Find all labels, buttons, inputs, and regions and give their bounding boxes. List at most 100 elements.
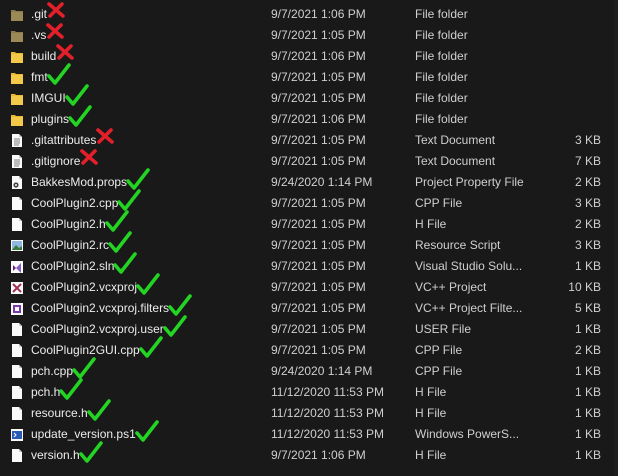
file-row[interactable]: CoolPlugin2.h 9/7/2021 1:05 PM H File 2 KB [0, 210, 618, 235]
file-type: H File [415, 448, 447, 462]
file-row[interactable]: fmt 9/7/2021 1:05 PM File folder [0, 63, 618, 88]
file-row[interactable]: CoolPlugin2GUI.cpp 9/7/2021 1:05 PM CPP Fi… [0, 336, 618, 361]
file-date-modified: 9/7/2021 1:06 PM [271, 49, 366, 63]
file-name: build [31, 49, 57, 63]
file-row[interactable]: pch.h 11/12/2020 11:53 PM H File 1 KB [0, 378, 618, 403]
file-date-modified: 9/7/2021 1:06 PM [271, 448, 366, 462]
file-type: Visual Studio Solu... [415, 259, 523, 273]
blank-file-icon [10, 385, 24, 400]
file-date-modified: 11/12/2020 11:53 PM [271, 385, 384, 399]
red-cross-icon [78, 147, 104, 171]
file-size: 2 KB [574, 217, 601, 231]
red-cross-icon [45, 0, 71, 24]
file-name: .vs [31, 28, 47, 42]
file-row[interactable]: build 9/7/2021 1:06 PM File folder [0, 44, 618, 67]
file-date-modified: 9/7/2021 1:05 PM [271, 280, 366, 294]
file-row[interactable]: CoolPlugin2.vcxproj 9/7/2021 1:05 PM VC++ … [0, 273, 618, 298]
file-name: CoolPlugin2.cpp [31, 196, 119, 210]
file-type: VC++ Project [415, 280, 487, 294]
file-date-modified: 9/24/2020 1:14 PM [271, 364, 373, 378]
filters-file-icon [10, 301, 24, 316]
file-name: BakkesMod.props [31, 175, 128, 189]
visual-studio-icon [10, 259, 24, 274]
file-type: CPP File [415, 364, 463, 378]
vcxproj-icon [10, 280, 24, 295]
file-type: CPP File [415, 343, 463, 357]
blank-file-icon [10, 217, 24, 232]
file-type: File folder [415, 49, 468, 63]
file-row[interactable]: CoolPlugin2.sln 9/7/2021 1:05 PM Visual St… [0, 252, 618, 277]
green-checkmark-icon [135, 273, 161, 297]
file-row[interactable]: CoolPlugin2.rc 9/7/2021 1:05 PM Resource S… [0, 231, 618, 256]
blank-file-icon [10, 448, 24, 463]
file-name: pch.cpp [31, 364, 74, 378]
blank-file-icon [10, 196, 24, 211]
green-checkmark-icon [116, 189, 142, 213]
file-type: Text Document [415, 154, 496, 168]
green-checkmark-icon [112, 252, 138, 276]
file-name: CoolPlugin2.h [31, 217, 106, 231]
red-cross-icon [44, 21, 70, 45]
file-row[interactable]: CoolPlugin2.cpp 9/7/2021 1:05 PM CPP File 3… [0, 189, 618, 214]
file-type: Resource Script [415, 238, 501, 252]
green-checkmark-icon [67, 105, 93, 129]
file-date-modified: 9/7/2021 1:05 PM [271, 238, 366, 252]
blank-file-icon [10, 343, 24, 358]
file-type: H File [415, 385, 447, 399]
file-date-modified: 9/7/2021 1:06 PM [271, 7, 366, 21]
file-date-modified: 9/7/2021 1:05 PM [271, 70, 366, 84]
file-size: 1 KB [574, 448, 601, 462]
file-type: Windows PowerS... [415, 427, 520, 441]
file-name: version.h [31, 448, 80, 462]
file-row[interactable]: .gitignore 9/7/2021 1:05 PM Text Document 7… [0, 149, 618, 172]
file-name: .gitattributes [31, 133, 97, 147]
green-checkmark-icon [162, 315, 188, 339]
file-type: File folder [415, 112, 468, 126]
file-name: CoolPlugin2.vcxproj.user [31, 322, 164, 336]
file-row[interactable]: resource.h 11/12/2020 11:53 PM H File 1 KB [0, 399, 618, 424]
file-type: Project Property File [415, 175, 524, 189]
file-type: H File [415, 406, 447, 420]
file-size: 2 KB [574, 343, 601, 357]
green-checkmark-icon [58, 378, 84, 402]
green-checkmark-icon [107, 231, 133, 255]
file-row[interactable]: IMGUI 9/7/2021 1:05 PM File folder [0, 84, 618, 109]
file-type: H File [415, 217, 447, 231]
file-name: pch.h [31, 385, 61, 399]
file-row[interactable]: version.h 9/7/2021 1:06 PM H File 1 KB [0, 441, 618, 466]
file-size: 1 KB [574, 364, 601, 378]
file-size: 1 KB [574, 322, 601, 336]
file-date-modified: 9/7/2021 1:06 PM [271, 112, 366, 126]
file-date-modified: 9/7/2021 1:05 PM [271, 259, 366, 273]
folder-hidden-icon [10, 28, 24, 43]
file-type: File folder [415, 91, 468, 105]
file-type: File folder [415, 7, 468, 21]
file-size: 1 KB [574, 406, 601, 420]
file-row[interactable]: update_version.ps1 11/12/2020 11:53 PM Win… [0, 420, 618, 445]
file-name: CoolPlugin2.vcxproj.filters [31, 301, 170, 315]
file-date-modified: 11/12/2020 11:53 PM [271, 427, 384, 441]
file-size: 5 KB [574, 301, 601, 315]
red-cross-icon [94, 126, 120, 150]
green-checkmark-icon [134, 420, 160, 444]
blank-file-icon [10, 322, 24, 337]
file-date-modified: 9/7/2021 1:05 PM [271, 322, 366, 336]
file-type: File folder [415, 70, 468, 84]
file-row[interactable]: CoolPlugin2.vcxproj.user 9/7/2021 1:05 PM… [0, 315, 618, 340]
green-checkmark-icon [167, 294, 193, 318]
blank-file-icon [10, 406, 24, 421]
file-size: 3 KB [574, 238, 601, 252]
file-row[interactable]: BakkesMod.props 9/24/2020 1:14 PM Project … [0, 168, 618, 193]
file-row[interactable]: plugins 9/7/2021 1:06 PM File folder [0, 105, 618, 130]
folder-icon [10, 91, 24, 106]
green-checkmark-icon [86, 399, 112, 423]
blank-file-icon [10, 364, 24, 379]
file-row[interactable]: CoolPlugin2.vcxproj.filters 9/7/2021 1:05… [0, 294, 618, 319]
scrollbar[interactable] [614, 0, 618, 476]
file-row[interactable]: pch.cpp 9/24/2020 1:14 PM CPP File 1 KB [0, 357, 618, 382]
file-list: .git 9/7/2021 1:06 PM File folder .vs 9/7/20… [0, 2, 618, 466]
file-row[interactable]: .gitattributes 9/7/2021 1:05 PM Text Docum… [0, 128, 618, 151]
file-row[interactable]: .vs 9/7/2021 1:05 PM File folder [0, 23, 618, 46]
file-date-modified: 9/7/2021 1:05 PM [271, 217, 366, 231]
file-row[interactable]: .git 9/7/2021 1:06 PM File folder [0, 2, 618, 25]
